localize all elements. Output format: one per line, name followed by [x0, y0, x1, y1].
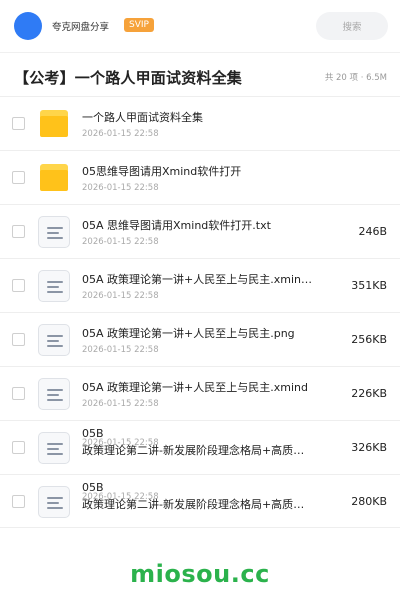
list-item[interactable]: 一个路人甲面试资料全集 2026-01-15 22:58 — [0, 96, 400, 150]
checkbox[interactable] — [12, 495, 25, 508]
watermark: miosou.cc — [130, 560, 270, 588]
file-name-line2: 政策理论第二讲-新发展阶段理念格局+高质量… — [82, 498, 314, 511]
list-item[interactable]: 05B 2026-01-15 22:58 政策理论第二讲-新发展阶段理念格局+高… — [0, 420, 400, 474]
file-size: 280KB — [351, 495, 387, 508]
file-name: 05思维导图请用Xmind软件打开 — [82, 165, 242, 178]
file-date: 2026-01-15 22:58 — [82, 183, 159, 193]
avatar[interactable] — [14, 12, 42, 40]
file-name: 05A 政策理论第一讲+人民至上与民主.xmind — [82, 381, 308, 394]
file-name: 一个路人甲面试资料全集 — [82, 111, 203, 124]
file-date: 2026-01-15 22:58 — [82, 291, 159, 301]
document-icon — [38, 324, 70, 356]
checkbox[interactable] — [12, 333, 25, 346]
file-name-line2: 政策理论第二讲-新发展阶段理念格局+高质量… — [82, 444, 314, 457]
document-icon — [38, 216, 70, 248]
file-name: 05A 政策理论第一讲+人民至上与民主.xmind… — [82, 273, 314, 286]
checkbox[interactable] — [12, 171, 25, 184]
list-item[interactable]: 05思维导图请用Xmind软件打开 2026-01-15 22:58 — [0, 150, 400, 204]
svip-badge: SVIP — [124, 18, 154, 32]
file-list: 一个路人甲面试资料全集 2026-01-15 22:58 05思维导图请用Xmi… — [0, 96, 400, 528]
list-item[interactable]: 05A 政策理论第一讲+人民至上与民主.png 2026-01-15 22:58… — [0, 312, 400, 366]
file-name: 05A 思维导图请用Xmind软件打开.txt — [82, 219, 271, 232]
file-size: 226KB — [351, 387, 387, 400]
folder-icon — [38, 162, 70, 194]
checkbox[interactable] — [12, 225, 25, 238]
top-bar: 夸克网盘分享 SVIP 搜索 — [0, 0, 400, 52]
document-icon — [38, 486, 70, 518]
document-icon — [38, 270, 70, 302]
file-date: 2026-01-15 22:58 — [82, 129, 159, 139]
file-size: 326KB — [351, 441, 387, 454]
checkbox[interactable] — [12, 387, 25, 400]
folder-icon — [38, 108, 70, 140]
checkbox[interactable] — [12, 117, 25, 130]
file-size: 351KB — [351, 279, 387, 292]
list-item[interactable]: 05B 2026-01-15 22:58 政策理论第二讲-新发展阶段理念格局+高… — [0, 474, 400, 528]
checkbox[interactable] — [12, 279, 25, 292]
page-title: 【公考】一个路人甲面试资料全集 — [14, 69, 243, 87]
app-name: 夸克网盘分享 — [52, 22, 110, 33]
file-date: 2026-01-15 22:58 — [82, 345, 159, 355]
list-item[interactable]: 05A 政策理论第一讲+人民至上与民主.xmind… 2026-01-15 22… — [0, 258, 400, 312]
document-icon — [38, 378, 70, 410]
file-size: 256KB — [351, 333, 387, 346]
file-name: 05A 政策理论第一讲+人民至上与民主.png — [82, 327, 295, 340]
item-count: 共 20 项 · 6.5M — [324, 73, 387, 83]
search-placeholder: 搜索 — [342, 22, 362, 33]
file-date: 2026-01-15 22:58 — [82, 399, 159, 409]
document-icon — [38, 432, 70, 464]
list-item[interactable]: 05A 政策理论第一讲+人民至上与民主.xmind 2026-01-15 22:… — [0, 366, 400, 420]
file-size: 246B — [358, 225, 387, 238]
file-date: 2026-01-15 22:58 — [82, 237, 159, 247]
checkbox[interactable] — [12, 441, 25, 454]
list-item[interactable]: 05A 思维导图请用Xmind软件打开.txt 2026-01-15 22:58… — [0, 204, 400, 258]
title-row: 【公考】一个路人甲面试资料全集 共 20 项 · 6.5M — [0, 52, 400, 96]
search-input[interactable]: 搜索 — [316, 12, 388, 40]
